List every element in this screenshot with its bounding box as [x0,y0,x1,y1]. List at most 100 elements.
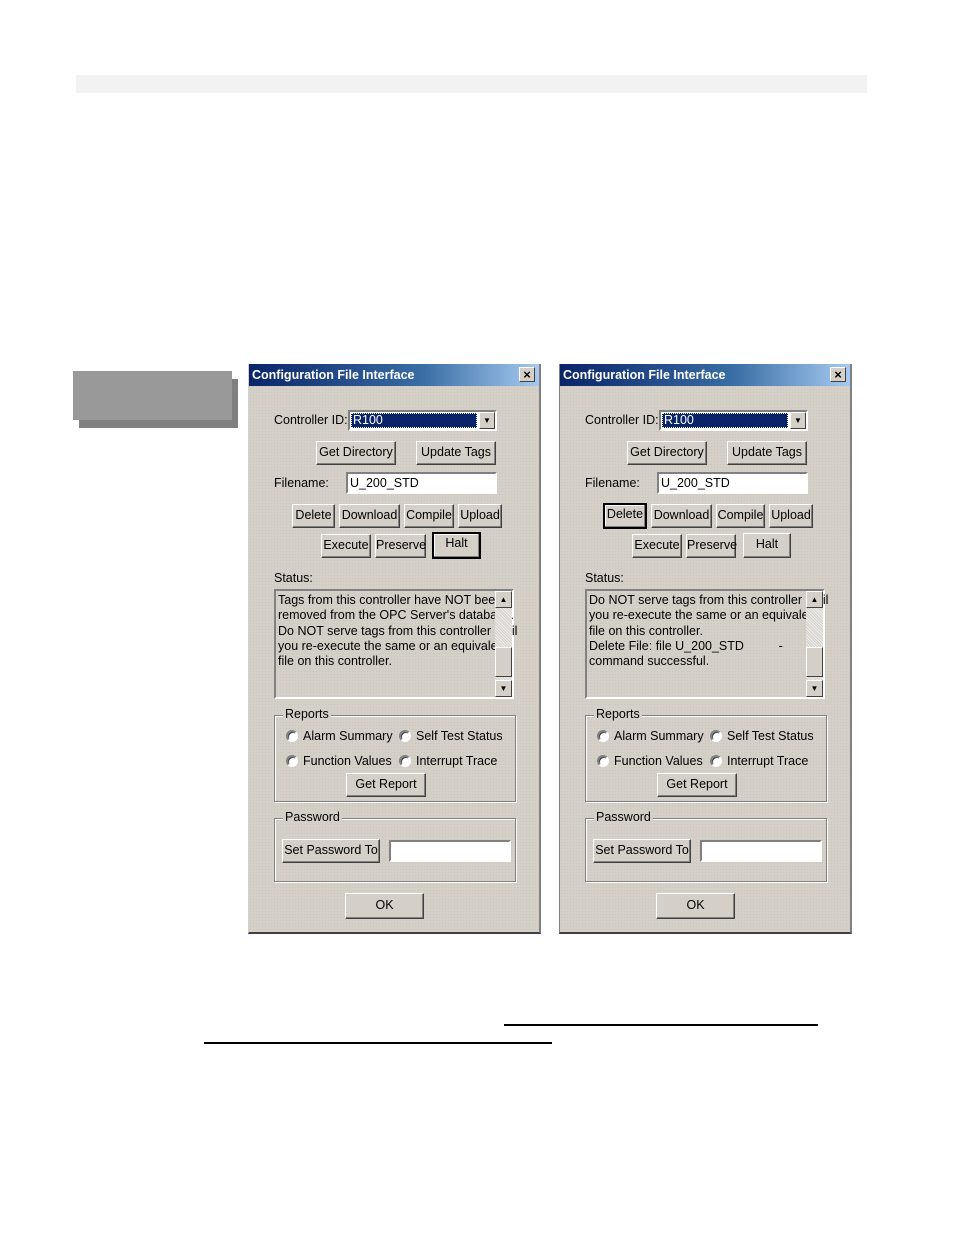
controller-id-value: R100 [351,413,477,428]
get-report-button[interactable]: Get Report [657,773,737,797]
status-line: Delete File: file U_200_STD - [589,638,783,653]
radio-icon [710,730,722,742]
controller-id-select[interactable]: R100 ▼ [659,410,808,431]
upload-button[interactable]: Upload [458,504,502,528]
reports-legend: Reports [594,707,642,721]
controller-id-label: Controller ID: [585,413,659,427]
update-tags-button[interactable]: Update Tags [727,441,807,465]
radio-icon [399,755,411,767]
compile-button[interactable]: Compile [404,504,454,528]
side-label-box [73,371,232,420]
status-line: file on this controller. [589,623,703,638]
get-directory-button[interactable]: Get Directory [627,441,707,465]
radio-icon [597,730,609,742]
compile-button[interactable]: Compile [716,504,765,528]
reports-group: Reports Alarm Summary Self Test Status F… [274,707,516,802]
download-button[interactable]: Download [651,504,712,528]
status-textarea[interactable]: Tags from this controller have NOT been … [274,589,518,699]
controller-id-select[interactable]: R100 ▼ [348,410,497,431]
password-input[interactable] [389,840,511,862]
set-password-button[interactable]: Set Password To [593,839,691,863]
halt-button[interactable]: Halt [432,532,481,559]
radio-label: Alarm Summary [614,729,704,743]
dialog-title: Configuration File Interface [563,368,726,382]
scroll-down-icon[interactable]: ▼ [495,680,512,697]
filename-input[interactable]: U_200_STD [657,472,808,494]
ok-button[interactable]: OK [656,893,735,919]
filename-input[interactable]: U_200_STD [346,472,497,494]
status-line: you re-execute the same or an equivalent [589,608,819,623]
status-scrollbar[interactable]: ▲ ▼ [806,591,823,697]
set-password-button[interactable]: Set Password To [282,839,380,863]
radio-label: Alarm Summary [303,729,393,743]
filename-label: Filename: [274,476,329,490]
status-line: Do NOT serve tags from this controller u… [589,593,829,607]
radio-self-test-status[interactable]: Self Test Status [399,729,503,743]
preserve-button[interactable]: Preserve [686,534,737,558]
ok-button[interactable]: OK [345,893,424,919]
radio-label: Self Test Status [727,729,814,743]
dialog-titlebar: Configuration File Interface × [249,364,539,386]
radio-interrupt-trace[interactable]: Interrupt Trace [710,754,808,768]
radio-label: Interrupt Trace [727,754,809,768]
download-button[interactable]: Download [339,504,400,528]
scroll-thumb[interactable] [806,647,823,677]
status-scrollbar[interactable]: ▲ ▼ [495,591,512,697]
password-legend: Password [594,810,653,824]
preserve-button[interactable]: Preserve [375,534,426,558]
chevron-down-icon[interactable]: ▼ [479,412,495,429]
radio-label: Self Test Status [416,729,503,743]
password-group: Password Set Password To [274,810,516,882]
config-file-dialog-after: Configuration File Interface × Controlle… [559,364,852,934]
radio-alarm-summary[interactable]: Alarm Summary [286,729,393,743]
password-input[interactable] [700,840,822,862]
get-report-button[interactable]: Get Report [346,773,426,797]
close-icon[interactable]: × [830,367,846,382]
status-label: Status: [585,571,624,585]
reports-group: Reports Alarm Summary Self Test Status F… [585,707,827,802]
close-icon[interactable]: × [519,367,535,382]
get-directory-button[interactable]: Get Directory [316,441,396,465]
radio-icon [286,730,298,742]
radio-function-values[interactable]: Function Values [597,754,703,768]
status-label: Status: [274,571,313,585]
execute-button[interactable]: Execute [632,534,682,558]
text-underline [504,1024,818,1026]
password-group: Password Set Password To [585,810,827,882]
status-line: Do NOT serve tags from this controller u… [278,623,518,638]
radio-self-test-status[interactable]: Self Test Status [710,729,814,743]
config-file-dialog-before: Configuration File Interface × Controlle… [248,364,541,934]
scroll-thumb[interactable] [495,647,512,677]
upload-button[interactable]: Upload [769,504,813,528]
radio-alarm-summary[interactable]: Alarm Summary [597,729,704,743]
execute-button[interactable]: Execute [321,534,371,558]
status-text: Do NOT serve tags from this controller u… [589,593,829,669]
delete-button[interactable]: Delete [292,504,335,528]
status-text: Tags from this controller have NOT been … [278,593,518,669]
chevron-down-icon[interactable]: ▼ [790,412,806,429]
radio-label: Function Values [614,754,703,768]
text-underline [204,1042,552,1044]
dialog-titlebar: Configuration File Interface × [560,364,850,386]
radio-interrupt-trace[interactable]: Interrupt Trace [399,754,497,768]
update-tags-button[interactable]: Update Tags [416,441,496,465]
dialog-title: Configuration File Interface [252,368,415,382]
delete-button[interactable]: Delete [603,503,647,529]
status-line: Tags from this controller have NOT been [278,593,503,607]
radio-function-values[interactable]: Function Values [286,754,392,768]
status-textarea[interactable]: Do NOT serve tags from this controller u… [585,589,829,699]
radio-icon [399,730,411,742]
scroll-down-icon[interactable]: ▼ [806,680,823,697]
password-legend: Password [283,810,342,824]
radio-label: Function Values [303,754,392,768]
scroll-up-icon[interactable]: ▲ [495,591,512,608]
radio-icon [710,755,722,767]
radio-label: Interrupt Trace [416,754,498,768]
halt-button[interactable]: Halt [743,533,791,558]
controller-id-label: Controller ID: [274,413,348,427]
filename-label: Filename: [585,476,640,490]
status-line: removed from the OPC Server's database. [278,608,514,623]
page-header-bar [76,75,867,93]
scroll-up-icon[interactable]: ▲ [806,591,823,608]
controller-id-value: R100 [662,413,788,428]
